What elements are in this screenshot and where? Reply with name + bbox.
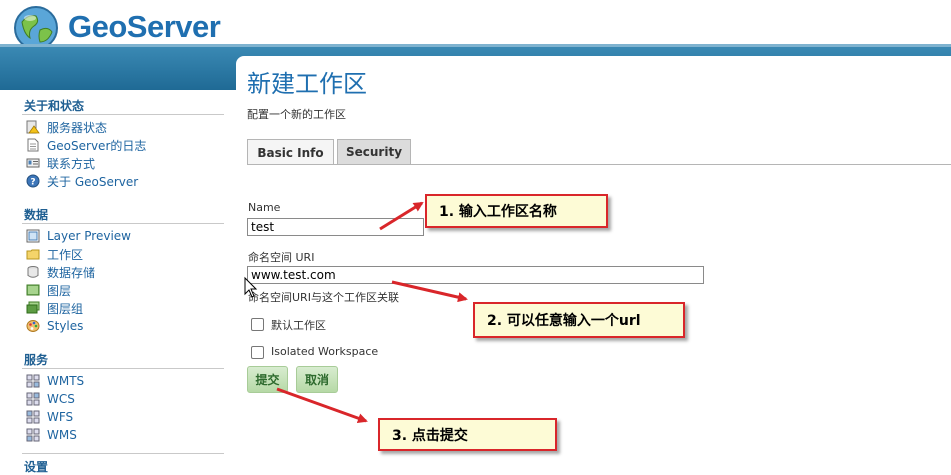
sidebar-section-settings: 设置 (24, 460, 49, 474)
layer-preview-icon (26, 229, 40, 243)
sidebar-item-workspaces[interactable]: 工作区 (26, 246, 83, 262)
sidebar-item-wcs[interactable]: WCS (26, 391, 75, 407)
tab-basic-info[interactable]: Basic Info (247, 139, 334, 165)
namespace-uri-help: 命名空间URI与这个工作区关联 (248, 291, 399, 304)
section-divider (22, 368, 224, 369)
default-workspace-checkbox[interactable] (251, 318, 264, 331)
folder-icon (26, 247, 40, 261)
sidebar-item-label: GeoServer的日志 (47, 138, 147, 153)
sidebar-item-label: 关于 GeoServer (47, 174, 139, 189)
sidebar-item-server-status[interactable]: 服务器状态 (26, 119, 107, 135)
palette-icon (26, 319, 40, 333)
page-title: 新建工作区 (247, 70, 367, 98)
sidebar-item-stores[interactable]: 数据存储 (26, 264, 95, 280)
sidebar-item-contact[interactable]: 联系方式 (26, 155, 95, 171)
sidebar-item-wfs[interactable]: WFS (26, 409, 73, 425)
sidebar-item-wmts[interactable]: WMTS (26, 373, 84, 389)
sidebar-item-label: WMTS (47, 374, 85, 388)
sidebar-item-label: 服务器状态 (47, 120, 108, 135)
service-wmts-icon (26, 374, 40, 388)
sidebar-item-styles[interactable]: Styles (26, 318, 83, 334)
annotation-step1: 1. 输入工作区名称 (425, 194, 608, 228)
sidebar-item-label: 图层 (47, 283, 72, 298)
annotation-step3: 3. 点击提交 (378, 418, 557, 451)
isolated-workspace-checkbox[interactable] (251, 346, 264, 359)
namespace-uri-label: 命名空间 URI (248, 251, 315, 264)
sidebar-item-layers[interactable]: 图层 (26, 282, 71, 298)
default-workspace-label: 默认工作区 (271, 319, 326, 332)
database-icon (26, 265, 40, 279)
about-help-icon: ? (26, 174, 40, 188)
isolated-workspace-label: Isolated Workspace (271, 345, 379, 358)
svg-text:?: ? (30, 178, 35, 188)
sidebar-item-layer-groups[interactable]: 图层组 (26, 300, 83, 316)
log-document-icon (26, 138, 40, 152)
sidebar-item-layer-preview[interactable]: Layer Preview (26, 228, 131, 244)
sidebar-section-services: 服务 (24, 353, 49, 367)
section-divider (22, 453, 224, 454)
cancel-button[interactable]: 取消 (296, 366, 338, 393)
layer-group-icon (26, 301, 40, 315)
brand-name[interactable]: GeoServer (68, 9, 221, 45)
layer-icon (26, 283, 40, 297)
sidebar-section-data: 数据 (24, 208, 49, 222)
namespace-uri-input[interactable] (247, 266, 704, 284)
sidebar-section-about: 关于和状态 (24, 99, 85, 113)
sidebar-item-about[interactable]: ? 关于 GeoServer (26, 173, 138, 189)
sidebar-item-logs[interactable]: GeoServer的日志 (26, 137, 146, 153)
sidebar-item-label: Layer Preview (47, 229, 131, 243)
tab-security[interactable]: Security (337, 139, 411, 164)
service-wms-icon (26, 428, 40, 442)
sidebar-item-label: WMS (47, 428, 77, 442)
page-description: 配置一个新的工作区 (247, 108, 346, 121)
sidebar-item-label: 数据存储 (47, 265, 96, 280)
tab-underline (247, 164, 951, 165)
annotation-step2: 2. 可以任意输入一个url (473, 302, 685, 338)
name-label: Name (248, 201, 281, 214)
name-input[interactable] (247, 218, 424, 236)
server-status-icon (26, 120, 40, 134)
service-wfs-icon (26, 410, 40, 424)
sidebar-item-label: 图层组 (47, 301, 84, 316)
sidebar-item-wms[interactable]: WMS (26, 427, 77, 443)
submit-button[interactable]: 提交 (247, 366, 288, 393)
sidebar-item-label: Styles (47, 319, 84, 333)
contact-card-icon (26, 156, 40, 170)
header-bar-highlight (0, 44, 951, 47)
sidebar-item-label: WCS (47, 392, 75, 406)
section-divider (22, 114, 224, 115)
sidebar-item-label: WFS (47, 410, 74, 424)
sidebar-item-label: 联系方式 (47, 156, 96, 171)
service-wcs-icon (26, 392, 40, 406)
sidebar-item-label: 工作区 (47, 247, 84, 262)
section-divider (22, 223, 224, 224)
